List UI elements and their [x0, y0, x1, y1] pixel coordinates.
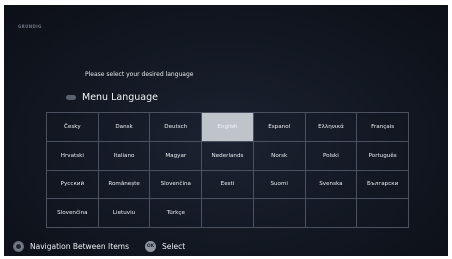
language-option[interactable]: English — [202, 113, 254, 142]
brand-logo: GRUNDIG — [18, 24, 42, 29]
ok-button-icon: OK — [145, 241, 157, 252]
language-option[interactable]: Português — [357, 141, 409, 171]
empty-grid-cell — [305, 199, 358, 228]
language-option[interactable]: Eesti — [202, 170, 254, 200]
language-option[interactable]: Svenska — [305, 170, 358, 200]
language-option[interactable]: Magyar — [150, 141, 203, 171]
language-option[interactable]: Български — [357, 170, 409, 200]
language-option[interactable]: Norsk — [253, 141, 306, 171]
language-grid: Česky Dansk Deutsch English Espanol Ελληνικά F… — [46, 112, 409, 228]
navigation-pad-icon — [13, 241, 24, 252]
language-option[interactable]: Hrvatski — [47, 141, 99, 171]
language-option[interactable]: Slovenčina — [150, 170, 203, 200]
footer-hints: Navigation Between Items OK Select — [4, 237, 448, 256]
menu-title: Menu Language — [66, 92, 158, 103]
language-option[interactable]: Espanol — [253, 113, 306, 142]
language-option[interactable]: Türkçe — [150, 199, 203, 228]
language-option[interactable]: Polski — [305, 141, 358, 171]
language-prompt: Please select your desired language — [85, 71, 194, 78]
language-option[interactable]: Français — [357, 113, 409, 142]
language-option[interactable]: Русский — [47, 170, 99, 200]
language-option[interactable]: Românește — [98, 170, 151, 200]
language-option[interactable]: Suomi — [253, 170, 306, 200]
language-option[interactable]: Nederlands — [202, 141, 254, 171]
tv-screen: GRUNDIG Please select your desired langu… — [4, 5, 448, 256]
language-icon — [66, 95, 76, 100]
language-option[interactable]: Italiano — [98, 141, 151, 171]
language-option[interactable]: Slovenčina — [47, 199, 99, 228]
select-hint-label: Select — [162, 242, 186, 251]
navigation-hint-label: Navigation Between Items — [30, 242, 130, 251]
empty-grid-cell — [253, 199, 306, 228]
empty-grid-cell — [357, 199, 409, 228]
language-option[interactable]: Ελληνικά — [305, 113, 358, 142]
language-option[interactable]: Dansk — [98, 113, 151, 142]
language-option[interactable]: Česky — [47, 113, 99, 142]
empty-grid-cell — [202, 199, 254, 228]
language-option[interactable]: Lietuviu — [98, 199, 151, 228]
language-option[interactable]: Deutsch — [150, 113, 203, 142]
menu-title-label: Menu Language — [82, 92, 158, 103]
